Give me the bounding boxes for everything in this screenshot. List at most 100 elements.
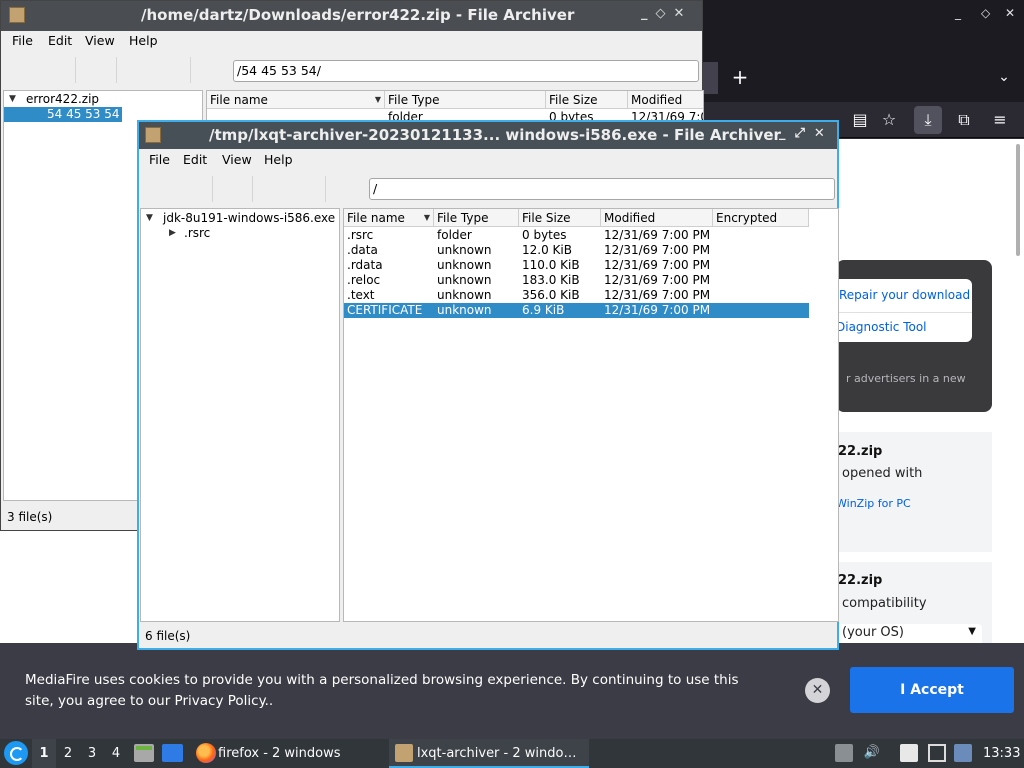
table-row[interactable]: .text unknown 356.0 KiB 12/31/69 7:00 PM <box>344 288 809 303</box>
diagnostic-tool-link[interactable]: Diagnostic Tool <box>836 320 927 334</box>
cell-size: 356.0 KiB <box>522 288 580 302</box>
column-header-size[interactable]: File Size <box>546 91 628 109</box>
taskbar: 1 2 3 4 firefox - 2 windows lxqt-archive… <box>0 739 1024 768</box>
column-header-encrypted[interactable]: Encrypted <box>713 209 809 227</box>
workspace-1[interactable]: 1 <box>32 739 56 768</box>
collapse-arrow-icon[interactable]: ▶ <box>169 226 176 241</box>
tree-item-root[interactable]: error422.zip <box>26 92 99 107</box>
clock: 13:33 <box>983 746 1021 761</box>
location-input[interactable]: / <box>369 178 835 200</box>
table-row[interactable]: .reloc unknown 183.0 KiB 12/31/69 7:00 PM <box>344 273 809 288</box>
window-titlebar[interactable]: /home/dartz/Downloads/error422.zip - Fil… <box>1 1 702 31</box>
compatibility-label: compatibility <box>842 596 927 611</box>
volume-icon[interactable]: 🔊 <box>863 744 881 762</box>
cell-name: .rdata <box>347 258 383 272</box>
workspace-3[interactable]: 3 <box>80 739 104 768</box>
taskbar-firefox[interactable]: firefox - 2 windows <box>192 739 382 768</box>
window-title: /tmp/lxqt-archiver-20230121133... window… <box>209 126 781 144</box>
cell-modified: 12/31/69 7:00 PM <box>604 243 711 257</box>
notes-icon[interactable] <box>900 744 918 762</box>
file-manager-icon[interactable] <box>134 744 154 762</box>
location-input[interactable]: /54 45 53 54/ <box>233 60 699 82</box>
cookie-message: MediaFire uses cookies to provide you wi… <box>25 672 739 709</box>
table-row[interactable]: CERTIFICATE unknown 6.9 KiB 12/31/69 7:00 P… <box>344 303 809 318</box>
cell-size: 0 bytes <box>522 228 567 242</box>
workspace-2[interactable]: 2 <box>56 739 80 768</box>
downloads-icon[interactable]: ⤓ <box>914 106 942 134</box>
firefox-minimize-button[interactable]: _ <box>955 6 961 20</box>
column-header-modified[interactable]: Modified <box>601 209 713 227</box>
start-menu-icon[interactable] <box>4 741 28 765</box>
tree-item-root[interactable]: jdk-8u191-windows-i586.exe <box>163 211 335 226</box>
table-row[interactable]: .rsrc folder 0 bytes 12/31/69 7:00 PM <box>344 228 809 243</box>
bookmark-star-icon[interactable]: ☆ <box>875 106 903 134</box>
cell-modified: 12/31/69 7:00 PM <box>604 273 711 287</box>
window-controls[interactable]: _◇✕ <box>641 6 692 21</box>
toolbar-separator <box>75 57 76 83</box>
workspace-4[interactable]: 4 <box>104 739 128 768</box>
cell-name: .rsrc <box>347 228 374 242</box>
cell-type: unknown <box>437 288 492 302</box>
reader-view-icon[interactable]: ▤ <box>846 106 874 134</box>
column-header-name[interactable]: File name ▼ <box>207 91 385 109</box>
firefox-maximize-button[interactable]: ◇ <box>981 6 990 20</box>
app-menu-icon[interactable]: ≡ <box>986 106 1014 134</box>
menu-help[interactable]: Help <box>264 150 293 170</box>
column-header-type[interactable]: File Type <box>385 91 546 109</box>
page-scrollbar[interactable] <box>1016 144 1020 256</box>
menu-edit[interactable]: Edit <box>183 150 207 170</box>
os-select[interactable]: (your OS) ▼ <box>836 624 982 643</box>
tree-item-folder[interactable]: .rsrc <box>184 226 210 241</box>
advertisers-notice: r advertisers in a new <box>846 372 966 385</box>
toolbar-separator <box>190 57 191 83</box>
cell-modified: 12/31/69 7:00 PM <box>604 288 711 302</box>
extensions-icon[interactable]: ⧉ <box>950 106 978 134</box>
column-header-size[interactable]: File Size <box>519 209 601 227</box>
cell-name: .reloc <box>347 273 381 287</box>
close-icon[interactable]: ✕ <box>805 678 830 703</box>
cell-size: 110.0 KiB <box>522 258 580 272</box>
archiver-window-front: /tmp/lxqt-archiver-20230121133... window… <box>137 120 839 650</box>
list-all-tabs-button[interactable]: ⌄ <box>992 64 1016 90</box>
file-card-subtitle: opened with <box>842 466 923 481</box>
expand-arrow-icon[interactable]: ▼ <box>9 92 16 107</box>
winzip-link[interactable]: WinZip for PC <box>836 497 911 510</box>
column-header-label: File name <box>347 211 405 225</box>
network-icon[interactable] <box>954 744 972 762</box>
menu-view[interactable]: View <box>222 150 252 170</box>
cell-modified: 12/31/69 7:00 PM <box>604 303 711 317</box>
column-header-name[interactable]: File name ▼ <box>344 209 434 227</box>
column-header-label: File name <box>210 93 268 107</box>
folder-tree: ▼ jdk-8u191-windows-i586.exe ▶ .rsrc <box>140 208 340 622</box>
menu-view[interactable]: View <box>85 31 115 51</box>
accept-cookies-button[interactable]: I Accept <box>850 667 1014 713</box>
cell-type: folder <box>437 228 472 242</box>
menu-file[interactable]: File <box>12 31 33 51</box>
cell-name: .data <box>347 243 378 257</box>
column-header-type[interactable]: File Type <box>434 209 519 227</box>
clipboard-icon[interactable] <box>835 744 853 762</box>
cell-size: 183.0 KiB <box>522 273 580 287</box>
cell-type: unknown <box>437 303 492 317</box>
repair-download-link[interactable]: Repair your download <box>839 288 970 302</box>
firefox-close-button[interactable]: ✕ <box>1005 6 1015 20</box>
sort-down-icon: ▼ <box>423 213 430 222</box>
archive-icon <box>145 127 161 143</box>
column-header-modified[interactable]: Modified <box>628 91 703 109</box>
os-select-value: (your OS) <box>842 625 904 640</box>
menu-file[interactable]: File <box>149 150 170 170</box>
window-titlebar[interactable]: /tmp/lxqt-archiver-20230121133... window… <box>139 122 837 149</box>
tree-item-folder[interactable]: 54 45 53 54 <box>4 107 122 122</box>
window-controls[interactable]: _⤢✕ <box>779 126 834 141</box>
table-row[interactable]: .rdata unknown 110.0 KiB 12/31/69 7:00 PM <box>344 258 809 273</box>
expand-arrow-icon[interactable]: ▼ <box>146 211 153 226</box>
menu-help[interactable]: Help <box>129 31 158 51</box>
divider <box>836 312 972 313</box>
show-desktop-icon[interactable] <box>162 744 183 762</box>
display-icon[interactable] <box>928 744 946 762</box>
table-row[interactable]: .data unknown 12.0 KiB 12/31/69 7:00 PM <box>344 243 809 258</box>
toolbar-separator <box>252 176 253 202</box>
menu-edit[interactable]: Edit <box>48 31 72 51</box>
new-tab-button[interactable]: + <box>728 64 752 90</box>
taskbar-archiver[interactable]: lxqt-archiver - 2 windo… <box>389 739 589 768</box>
